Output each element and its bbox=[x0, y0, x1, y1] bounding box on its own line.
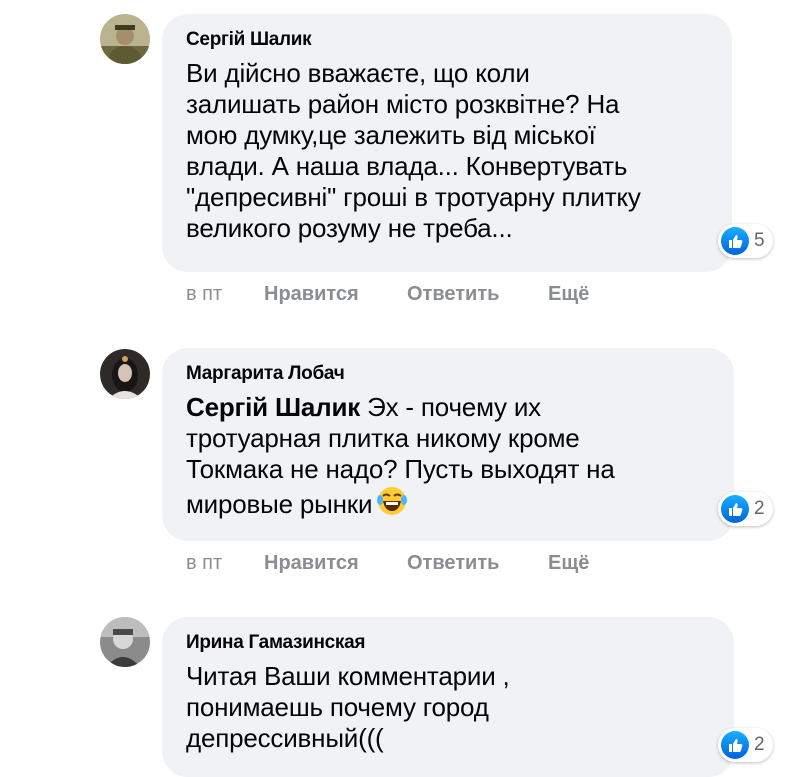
comment-line: залишать район місто розквітне? На bbox=[186, 89, 620, 119]
man-photo-avatar-icon bbox=[100, 14, 150, 64]
comment-line: Ви дійсно вважаєте, що коли bbox=[186, 58, 530, 88]
avatar[interactable] bbox=[100, 617, 150, 667]
comment-line: депрессивный((( bbox=[186, 723, 384, 753]
comment-line: "депресивні" гроші в тротуарну плитку bbox=[186, 182, 641, 212]
reply-button[interactable]: Ответить bbox=[407, 552, 499, 575]
like-button[interactable]: Нравится bbox=[264, 552, 359, 575]
avatar[interactable] bbox=[100, 349, 150, 399]
comment-author[interactable]: Сергій Шалик bbox=[186, 28, 712, 52]
comment-bubble: Ирина Гамазинская Читая Ваши комментарии… bbox=[162, 617, 734, 777]
avatar[interactable] bbox=[100, 14, 150, 64]
mention-link[interactable]: Сергій Шалик bbox=[186, 392, 360, 422]
comment-text: Сергій Шалик Эх - почему их тротуарная п… bbox=[186, 392, 714, 524]
reaction-summary[interactable]: 2 bbox=[718, 728, 773, 762]
like-button[interactable]: Нравится bbox=[264, 283, 359, 306]
reaction-summary[interactable]: 5 bbox=[718, 224, 773, 258]
comment-bubble: Сергій Шалик Ви дійсно вважаєте, що коли… bbox=[162, 14, 732, 272]
child-photo-avatar-icon bbox=[100, 617, 150, 667]
comment-line-text: мировые рынки bbox=[186, 489, 373, 519]
more-button[interactable]: Ещё bbox=[548, 552, 589, 575]
reaction-count: 2 bbox=[754, 498, 765, 519]
reaction-count: 5 bbox=[754, 230, 765, 251]
comment-thread: Сергій Шалик Ви дійсно вважаєте, що коли… bbox=[0, 0, 800, 777]
comment-author[interactable]: Ирина Гамазинская bbox=[186, 631, 714, 655]
comment-text: Ви дійсно вважаєте, що коли залишать рай… bbox=[186, 58, 712, 244]
comment-author[interactable]: Маргарита Лобач bbox=[186, 362, 714, 386]
timestamp[interactable]: в пт bbox=[186, 552, 222, 575]
laughing-tears-emoji-icon bbox=[376, 485, 408, 524]
woman-photo-avatar-icon bbox=[100, 349, 150, 399]
comment-line: Читая Ваши комментарии , bbox=[186, 661, 510, 691]
reaction-summary[interactable]: 2 bbox=[718, 492, 773, 526]
comment-line: тротуарная плитка никому кроме bbox=[186, 423, 580, 453]
timestamp[interactable]: в пт bbox=[186, 283, 222, 306]
reply-button[interactable]: Ответить bbox=[407, 283, 499, 306]
comment-line: Сергій Шалик Эх - почему их bbox=[186, 392, 714, 423]
comment-text: Читая Ваши комментарии , понимаешь почем… bbox=[186, 661, 714, 754]
comment-line: великого розуму не треба... bbox=[186, 213, 513, 243]
like-icon bbox=[721, 495, 749, 523]
comment-line: Токмака не надо? Пусть выходят на bbox=[186, 454, 615, 484]
comment-line: мою думку,це залежить від міської bbox=[186, 120, 596, 150]
comment-line: понимаешь почему город bbox=[186, 692, 489, 722]
reaction-count: 2 bbox=[754, 734, 765, 755]
comment-line: влади. А наша влада... Конвертувать bbox=[186, 151, 628, 181]
more-button[interactable]: Ещё bbox=[548, 283, 589, 306]
like-icon bbox=[721, 731, 749, 759]
comment-line-text: Эх - почему их bbox=[360, 392, 541, 422]
like-icon bbox=[721, 227, 749, 255]
comment-bubble: Маргарита Лобач Сергій Шалик Эх - почему… bbox=[162, 348, 734, 541]
comment-line: мировые рынки bbox=[186, 485, 714, 524]
